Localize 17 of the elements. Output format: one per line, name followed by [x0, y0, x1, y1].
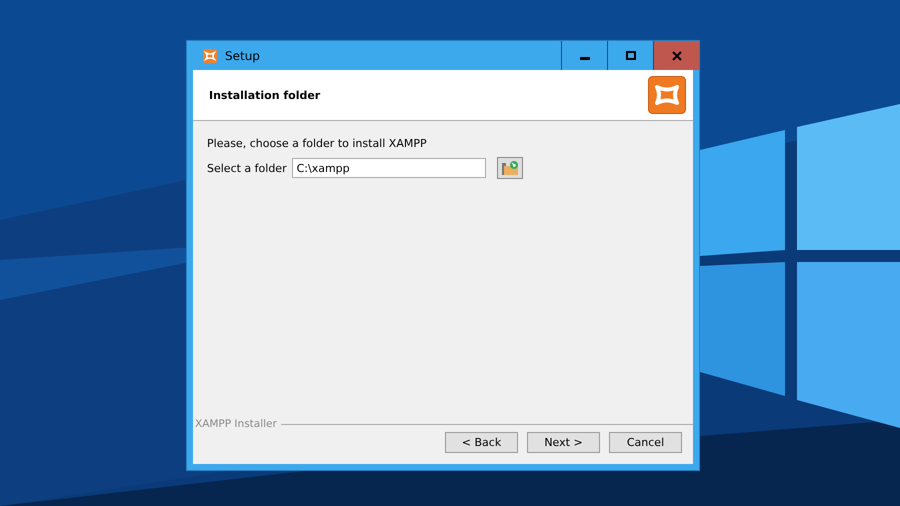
back-button[interactable]: < Back — [445, 432, 518, 453]
close-icon — [672, 50, 682, 60]
minimize-icon — [580, 57, 590, 60]
window-title: Setup — [225, 48, 260, 62]
folder-icon — [500, 160, 519, 176]
installer-label: XAMPP Installer — [195, 418, 277, 430]
app-logo-icon — [203, 48, 217, 62]
cancel-button[interactable]: Cancel — [609, 432, 682, 453]
close-button[interactable] — [653, 41, 699, 70]
browse-folder-button[interactable] — [496, 157, 523, 179]
app-logo-icon — [648, 76, 686, 114]
next-button[interactable]: Next > — [527, 432, 600, 453]
maximize-icon — [626, 50, 636, 60]
page-heading: Installation folder — [209, 88, 320, 102]
folder-input[interactable]: C:\xampp — [292, 158, 486, 178]
instruction-text: Please, choose a folder to install XAMPP — [207, 137, 428, 150]
folder-label: Select a folder — [207, 162, 287, 174]
